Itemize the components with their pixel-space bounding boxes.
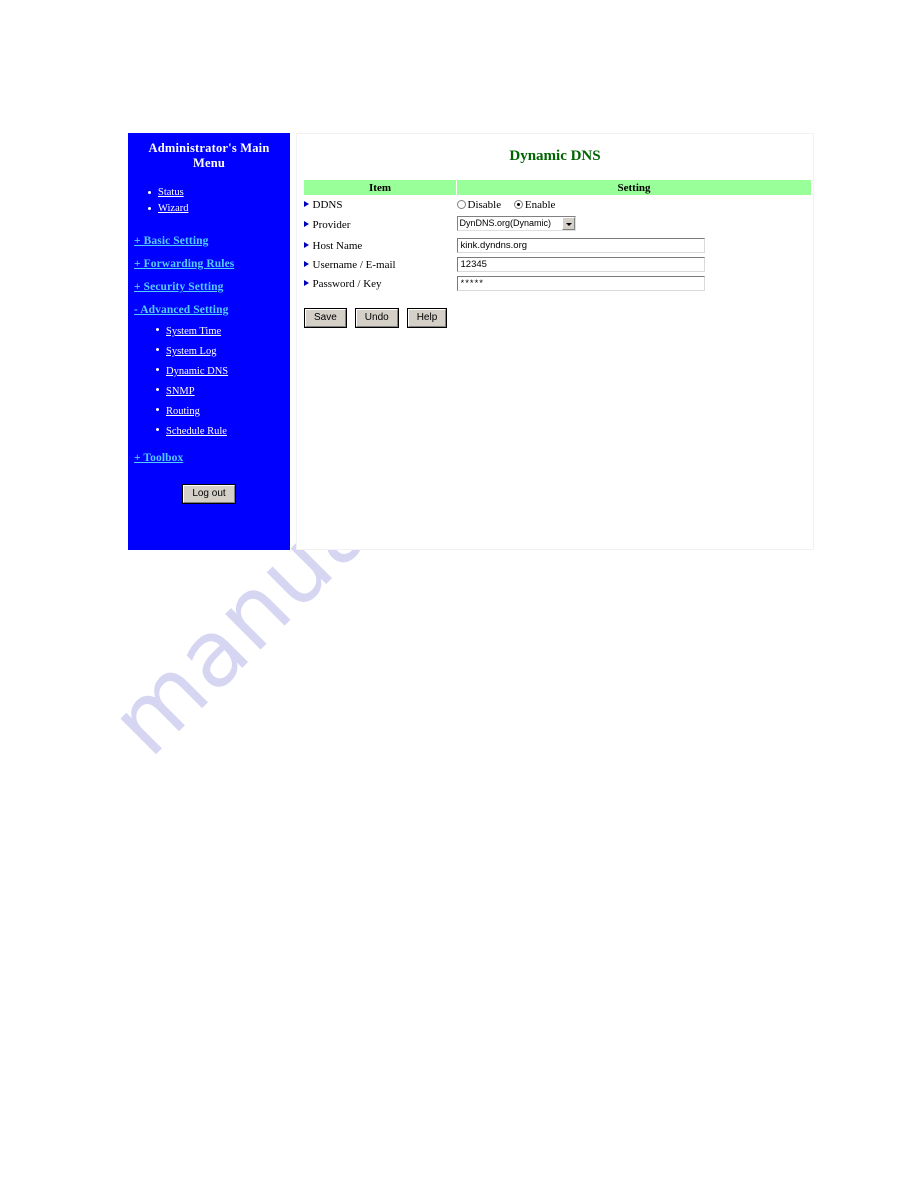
page-title: Dynamic DNS bbox=[509, 148, 601, 164]
sidebar-item-status[interactable]: Status bbox=[148, 185, 290, 201]
chevron-down-icon[interactable] bbox=[561, 217, 575, 230]
sidebar-title: Administrator's Main Menu bbox=[148, 141, 270, 170]
sidebar-item-routing[interactable]: Routing bbox=[156, 401, 290, 421]
radio-dot-icon bbox=[456, 200, 466, 209]
row-setting-cell bbox=[456, 255, 812, 274]
table-header-row: Item Setting bbox=[303, 179, 812, 196]
sidebar-item-label[interactable]: Schedule Rule bbox=[166, 426, 227, 437]
sidebar-top-links: Status Wizard bbox=[128, 185, 290, 217]
arrow-bullet-icon bbox=[303, 260, 309, 267]
sidebar-item-wizard[interactable]: Wizard bbox=[148, 201, 290, 217]
sidebar-item-label[interactable]: System Log bbox=[166, 346, 216, 357]
sidebar: Administrator's Main Menu Status Wizard … bbox=[128, 133, 290, 550]
host-name-input[interactable] bbox=[456, 238, 705, 253]
radio-label: Disable bbox=[467, 199, 502, 211]
row-label-cell: Provider bbox=[303, 214, 457, 236]
logout-button[interactable]: Log out bbox=[182, 484, 236, 504]
sidebar-group-security-setting[interactable]: + Security Setting bbox=[134, 281, 290, 293]
row-setting-cell bbox=[456, 236, 812, 255]
sidebar-item-snmp[interactable]: SNMP bbox=[156, 381, 290, 401]
row-label-cell: Username / E-mail bbox=[303, 255, 457, 274]
row-label: Password / Key bbox=[312, 277, 382, 290]
row-label-cell: Password / Key bbox=[303, 274, 457, 293]
settings-table: Item Setting DDNS Disable Enable Provide… bbox=[303, 179, 812, 293]
row-setting-cell bbox=[456, 274, 812, 293]
ddns-radio-group: Disable Enable bbox=[456, 198, 812, 212]
sidebar-item-label[interactable]: SNMP bbox=[166, 386, 195, 397]
router-admin-page: Administrator's Main Menu Status Wizard … bbox=[0, 0, 918, 1188]
table-row-ddns: DDNS Disable Enable bbox=[303, 196, 812, 215]
column-header-setting: Setting bbox=[456, 179, 812, 196]
column-header-item: Item bbox=[303, 179, 457, 196]
sidebar-group-forwarding-rules[interactable]: + Forwarding Rules bbox=[134, 258, 290, 270]
arrow-bullet-icon bbox=[303, 221, 309, 227]
table-row-password: Password / Key bbox=[303, 274, 812, 293]
table-row-host-name: Host Name bbox=[303, 236, 812, 255]
arrow-bullet-icon bbox=[303, 279, 309, 286]
row-label: Username / E-mail bbox=[312, 258, 396, 271]
password-key-input[interactable] bbox=[456, 276, 705, 291]
table-row-username: Username / E-mail bbox=[303, 255, 812, 274]
main-content: Dynamic DNS Item Setting DDNS Disable En… bbox=[296, 133, 814, 550]
save-button[interactable]: Save bbox=[304, 308, 347, 328]
arrow-bullet-icon bbox=[303, 201, 309, 207]
row-label: Host Name bbox=[312, 239, 363, 252]
radio-dot-icon bbox=[513, 200, 523, 209]
row-setting-cell: DynDNS.org(Dynamic) bbox=[456, 214, 812, 236]
radio-label: Enable bbox=[524, 199, 556, 211]
settings-table-body: DDNS Disable Enable Provider DynDNS.org(… bbox=[303, 196, 812, 294]
radio-ddns-enable[interactable]: Enable bbox=[513, 198, 556, 212]
undo-button[interactable]: Undo bbox=[354, 308, 399, 328]
row-label: DDNS bbox=[312, 199, 343, 211]
sidebar-item-label[interactable]: Status bbox=[158, 187, 184, 198]
sidebar-item-schedule-rule[interactable]: Schedule Rule bbox=[156, 421, 290, 441]
row-setting-cell: Disable Enable bbox=[456, 196, 812, 215]
sidebar-item-system-log[interactable]: System Log bbox=[156, 341, 290, 361]
provider-select-value: DynDNS.org(Dynamic) bbox=[459, 218, 552, 228]
logout-container: Log out bbox=[128, 483, 290, 504]
sidebar-group-advanced-setting[interactable]: - Advanced Setting bbox=[134, 304, 290, 316]
row-label-cell: DDNS bbox=[303, 196, 457, 215]
row-label: Provider bbox=[312, 219, 351, 231]
row-label-cell: Host Name bbox=[303, 236, 457, 255]
sidebar-advanced-submenu: System Time System Log Dynamic DNS SNMP … bbox=[128, 321, 290, 441]
provider-select[interactable]: DynDNS.org(Dynamic) bbox=[456, 216, 576, 231]
sidebar-item-label[interactable]: System Time bbox=[166, 326, 221, 337]
settings-table-head: Item Setting bbox=[303, 179, 812, 196]
table-row-provider: Provider DynDNS.org(Dynamic) bbox=[303, 214, 812, 236]
sidebar-item-label[interactable]: Wizard bbox=[158, 203, 188, 214]
sidebar-item-label[interactable]: Dynamic DNS bbox=[166, 366, 228, 377]
form-action-buttons: Save Undo Help bbox=[304, 307, 813, 328]
help-button[interactable]: Help bbox=[406, 308, 448, 328]
sidebar-item-dynamic-dns[interactable]: Dynamic DNS bbox=[156, 361, 290, 381]
arrow-bullet-icon bbox=[303, 241, 309, 248]
sidebar-item-system-time[interactable]: System Time bbox=[156, 321, 290, 341]
sidebar-group-toolbox[interactable]: + Toolbox bbox=[134, 452, 290, 464]
radio-ddns-disable[interactable]: Disable bbox=[456, 198, 502, 212]
sidebar-item-label[interactable]: Routing bbox=[166, 406, 200, 417]
username-email-input[interactable] bbox=[456, 257, 705, 272]
sidebar-group-basic-setting[interactable]: + Basic Setting bbox=[134, 235, 290, 247]
